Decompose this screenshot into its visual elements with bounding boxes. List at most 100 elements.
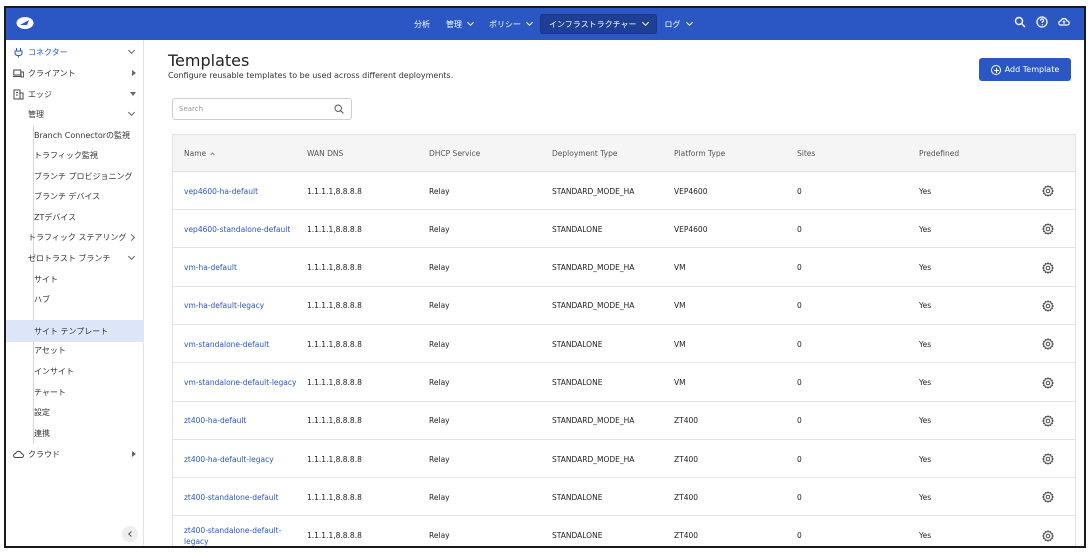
column-header-deployment-type[interactable]: Deployment Type <box>552 135 618 172</box>
cell-wan-dns: 1.1.1.1,8.8.8.8 <box>307 263 362 273</box>
column-header-name[interactable]: Name <box>184 135 215 172</box>
search-icon[interactable] <box>334 104 344 114</box>
sidebar-item-traffic-steering[interactable]: トラフィック ステアリング <box>6 227 144 247</box>
sort-asc-icon <box>210 152 215 157</box>
cell-name[interactable]: zt400-ha-default <box>184 402 304 440</box>
sidebar-item-sites[interactable]: サイト <box>6 269 144 289</box>
cell-name[interactable]: vm-standalone-default-legacy <box>184 364 304 402</box>
cloud-icon[interactable] <box>1058 16 1070 28</box>
cell-deployment-type: STANDARD_MODE_HA <box>552 263 635 273</box>
sidebar-item-branch-provisioning[interactable]: ブランチ プロビジョニング <box>6 166 144 186</box>
cell-name[interactable]: vm-ha-default <box>184 249 304 287</box>
cell-deployment-type: STANDALONE <box>552 531 603 541</box>
column-header-predefined[interactable]: Predefined <box>919 135 959 172</box>
nav-logs[interactable]: ログ <box>657 14 700 34</box>
gear-icon[interactable] <box>1042 299 1054 312</box>
cell-sites: 0 <box>797 263 802 273</box>
nav-administration-label: 管理 <box>446 19 462 29</box>
column-header-sites[interactable]: Sites <box>797 135 815 172</box>
chevron-down-icon <box>466 18 475 27</box>
sidebar-item-label: アセット <box>34 345 66 355</box>
cell-wan-dns: 1.1.1.1,8.8.8.8 <box>307 378 362 387</box>
cell-predefined: Yes <box>919 492 932 502</box>
column-header-dhcp-service[interactable]: DHCP Service <box>429 135 480 172</box>
nav-policy[interactable]: ポリシー <box>481 14 540 34</box>
nav-analytics[interactable]: 分析 <box>406 14 438 34</box>
table-row: vm-standalone-default-legacy 1.1.1.1,8.8.… <box>173 363 1075 402</box>
plug-icon <box>14 47 23 57</box>
sidebar-item-integrations[interactable]: 連携 <box>6 423 144 443</box>
table-row: vep4600-standalone-default 1.1.1.1,8.8.8.… <box>173 210 1075 249</box>
sidebar-item-hubs[interactable]: ハブ <box>6 289 144 309</box>
logo-icon[interactable] <box>16 16 34 30</box>
cloud-icon <box>13 450 24 458</box>
gear-icon[interactable] <box>1042 261 1054 274</box>
cell-name[interactable]: zt400-standalone-default-legacy <box>184 517 304 546</box>
cell-platform-type: VEP4600 <box>674 224 708 234</box>
cell-platform-type: ZT400 <box>674 454 699 464</box>
sidebar-item-label: トラフィック監視 <box>34 150 98 160</box>
cell-name[interactable]: zt400-ha-default-legacy <box>184 440 304 478</box>
cell-name[interactable]: zt400-standalone-default <box>184 478 304 516</box>
nav-analytics-label: 分析 <box>414 19 430 29</box>
sidebar-item-assets[interactable]: アセット <box>6 340 144 360</box>
cell-deployment-type: STANDALONE <box>552 378 603 387</box>
search-icon[interactable] <box>1014 16 1026 28</box>
cell-name[interactable]: vm-standalone-default <box>184 325 304 363</box>
sidebar-item-label: サイト テンプレート <box>34 326 109 336</box>
cell-platform-type: ZT400 <box>674 492 699 502</box>
table-row: zt400-ha-default-legacy 1.1.1.1,8.8.8.8 Re… <box>173 440 1075 479</box>
gear-icon[interactable] <box>1042 491 1054 504</box>
cell-dhcp-service: Relay <box>429 301 450 311</box>
sidebar-item-settings[interactable]: 設定 <box>6 402 144 422</box>
gear-icon[interactable] <box>1042 529 1054 542</box>
cell-sites: 0 <box>797 378 802 387</box>
sidebar-item-management[interactable]: 管理 <box>6 104 144 124</box>
add-template-button[interactable]: Add Template <box>979 58 1071 81</box>
cell-sites: 0 <box>797 224 802 234</box>
cell-deployment-type: STANDALONE <box>552 492 603 502</box>
chevron-down-icon <box>685 18 693 27</box>
gear-icon[interactable] <box>1042 185 1054 197</box>
sidebar-item-label: サイト <box>34 274 58 284</box>
cell-name[interactable]: vep4600-standalone-default <box>184 210 304 248</box>
gear-icon[interactable] <box>1042 338 1054 351</box>
sidebar-item-charts[interactable]: チャート <box>6 382 144 402</box>
page-title: Templates <box>168 51 250 70</box>
cell-name[interactable]: vep4600-ha-default <box>184 172 304 210</box>
sidebar-item-cloud[interactable]: クラウド <box>6 444 144 464</box>
sidebar-item-insights[interactable]: インサイト <box>6 361 144 381</box>
sidebar-item-connectors[interactable]: コネクター <box>6 42 144 62</box>
sidebar-item-branch-connector-monitoring[interactable]: Branch Connectorの監視 <box>6 125 144 145</box>
gear-icon[interactable] <box>1042 223 1054 236</box>
cell-name[interactable]: vm-ha-default-legacy <box>184 287 304 325</box>
app-window: 分析 管理 ポリシー インフラストラクチャー ログ コネクター クライアント エ… <box>4 6 1086 548</box>
help-icon[interactable] <box>1036 16 1048 28</box>
cell-predefined: Yes <box>919 224 932 234</box>
cell-platform-type: VM <box>674 378 686 387</box>
cell-platform-type: ZT400 <box>674 531 699 541</box>
column-header-platform-type[interactable]: Platform Type <box>674 135 725 172</box>
nav-infrastructure[interactable]: インフラストラクチャー <box>540 14 657 34</box>
cell-sites: 0 <box>797 492 802 502</box>
sidebar-item-zero-trust-branch[interactable]: ゼロトラスト ブランチ <box>6 248 144 268</box>
cell-wan-dns: 1.1.1.1,8.8.8.8 <box>307 416 362 426</box>
sidebar-item-edge[interactable]: エッジ <box>6 84 144 104</box>
sidebar-item-traffic-monitoring[interactable]: トラフィック監視 <box>6 145 144 165</box>
nav-policy-label: ポリシー <box>489 19 521 29</box>
nav-administration[interactable]: 管理 <box>438 14 481 34</box>
column-header-wan-dns[interactable]: WAN DNS <box>307 135 343 172</box>
gear-icon[interactable] <box>1042 376 1054 389</box>
sidebar-item-site-templates[interactable]: サイト テンプレート <box>6 320 144 342</box>
sidebar-item-clients[interactable]: クライアント <box>6 63 144 83</box>
sidebar-collapse-button[interactable] <box>122 526 138 542</box>
gear-icon[interactable] <box>1042 453 1054 465</box>
search-input[interactable] <box>173 99 323 119</box>
cell-dhcp-service: Relay <box>429 378 450 387</box>
cell-predefined: Yes <box>919 339 932 349</box>
cell-sites: 0 <box>797 531 802 541</box>
cell-platform-type: VEP4600 <box>674 186 708 196</box>
gear-icon[interactable] <box>1042 414 1054 427</box>
sidebar-item-branch-devices[interactable]: ブランチ デバイス <box>6 186 144 206</box>
sidebar-item-zt-devices[interactable]: ZTデバイス <box>6 207 144 227</box>
